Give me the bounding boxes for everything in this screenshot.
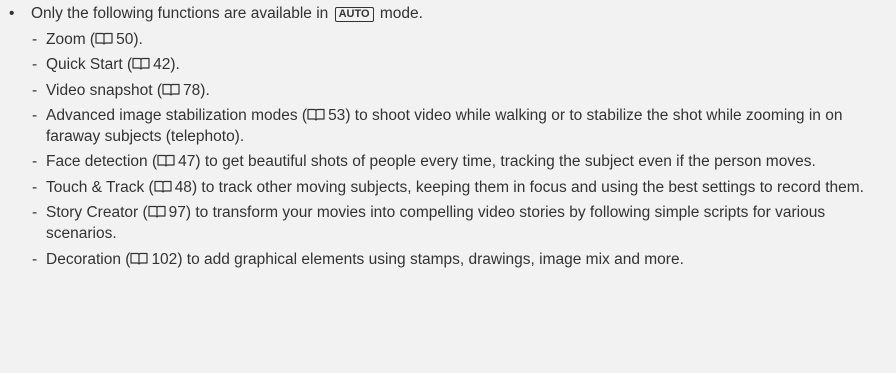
list-item: - Video snapshot (78). xyxy=(32,80,892,101)
paren-open: ( xyxy=(152,81,163,99)
dash-marker: - xyxy=(32,106,38,124)
paren-open: ( xyxy=(144,178,154,196)
page-reference: 42 xyxy=(153,56,171,74)
manual-page: • Only the following functions are availa… xyxy=(0,0,896,373)
book-page-reference-icon xyxy=(154,178,172,193)
list-item: - Story Creator (97) to transform your mo… xyxy=(32,202,892,245)
paren-open: ( xyxy=(85,31,96,48)
paren-open: ( xyxy=(297,106,308,124)
book-page-reference-icon xyxy=(132,55,150,70)
intro-text: Only the following functions are availab… xyxy=(31,5,329,22)
book-page-reference-icon xyxy=(157,152,175,168)
item-description: ) to track other moving subjects, keepin… xyxy=(191,178,864,196)
paren-open: ( xyxy=(138,204,148,222)
item-text: Face detection (47) to get beautiful sho… xyxy=(46,151,892,172)
dash-marker: - xyxy=(32,81,38,99)
function-name: Face detection xyxy=(46,153,148,171)
page-reference: 50 xyxy=(116,31,134,48)
item-description: ). xyxy=(170,56,180,74)
book-page-reference-icon xyxy=(307,106,325,121)
page-reference: 102 xyxy=(151,250,178,268)
paren-open: ( xyxy=(122,56,133,74)
item-text: Video snapshot (78). xyxy=(46,80,892,101)
list-item: - Advanced image stabilization modes (53)… xyxy=(32,105,892,148)
item-text: Advanced image stabilization modes (53) … xyxy=(46,105,892,148)
intro-bullet-line: • Only the following functions are availa… xyxy=(9,4,423,24)
page-reference: 97 xyxy=(168,204,186,222)
page-reference: 78 xyxy=(183,81,201,99)
book-page-reference-icon xyxy=(148,203,166,218)
page-reference: 47 xyxy=(178,153,196,171)
function-name: Quick Start xyxy=(46,56,123,74)
dash-marker: - xyxy=(32,153,38,171)
item-description: ) to get beautiful shots of people every… xyxy=(195,153,816,171)
book-page-reference-icon xyxy=(130,250,149,265)
list-item: - Touch & Track (48) to track other movin… xyxy=(32,177,892,198)
dash-marker: - xyxy=(32,250,38,268)
item-text: Story Creator (97) to transform your mov… xyxy=(46,202,892,245)
list-item: - Quick Start (42). xyxy=(32,54,892,75)
intro-text-end: mode. xyxy=(379,5,423,22)
function-list: - Zoom (50). - Quick Start (42). - Video snap… xyxy=(32,29,892,274)
page-reference: 53 xyxy=(328,106,346,124)
dash-marker: - xyxy=(32,31,38,48)
paren-open: ( xyxy=(147,153,158,171)
page-reference: 48 xyxy=(174,178,192,196)
item-description: ). xyxy=(200,81,210,99)
function-name: Zoom xyxy=(46,31,86,48)
list-item: - Face detection (47) to get beautiful sh… xyxy=(32,151,892,172)
function-name: Advanced image stabilization modes xyxy=(46,106,298,124)
item-description: ). xyxy=(133,31,143,48)
function-name: Decoration xyxy=(46,250,121,268)
item-text: Quick Start (42). xyxy=(46,54,892,75)
dash-marker: - xyxy=(32,178,38,196)
dash-marker: - xyxy=(32,204,38,222)
item-text: Decoration (102) to add graphical elemen… xyxy=(46,249,892,270)
item-text: Zoom (50). xyxy=(46,29,892,50)
item-description: ) to add graphical elements using stamps… xyxy=(177,250,684,268)
paren-open: ( xyxy=(120,250,131,268)
dash-marker: - xyxy=(32,56,38,74)
list-item: - Decoration (102) to add graphical eleme… xyxy=(32,249,892,270)
bullet-mark: • xyxy=(9,5,15,22)
function-name: Touch & Track xyxy=(46,178,145,196)
list-item: - Zoom (50). xyxy=(32,29,892,50)
item-text: Touch & Track (48) to track other moving… xyxy=(46,177,892,198)
function-name: Video snapshot xyxy=(46,81,153,99)
book-page-reference-icon xyxy=(95,30,113,45)
auto-mode-key: AUTO xyxy=(334,7,374,22)
book-page-reference-icon xyxy=(162,81,180,96)
function-name: Story Creator xyxy=(46,204,139,222)
